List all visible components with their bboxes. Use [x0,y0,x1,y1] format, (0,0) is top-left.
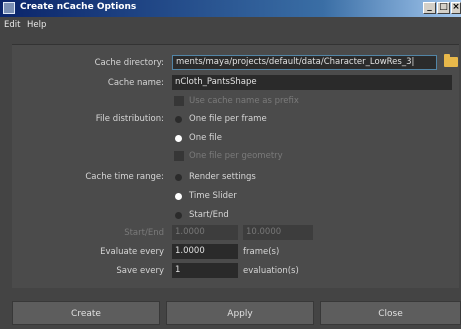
radio-one-file-per-frame[interactable] [175,116,182,123]
maya-app-icon [3,2,15,14]
one-file-per-frame-label: One file per frame [189,114,267,124]
one-file-per-geometry-checkbox[interactable] [174,151,184,161]
one-file-per-geometry-label: One file per geometry [189,151,283,161]
save-every-input[interactable]: 1 [172,263,238,278]
radio-time-slider[interactable] [175,193,182,200]
title-bar[interactable]: Create nCache Options _ □ × [0,0,461,17]
evaluate-every-label: Evaluate every [100,247,164,257]
minimize-icon[interactable]: _ [423,2,436,14]
radio-start-end[interactable] [175,212,182,219]
radio-one-file[interactable] [175,135,182,142]
close-button[interactable]: Close [320,301,461,325]
menu-bar: Edit Help [0,17,461,35]
start-frame-input[interactable]: 1.0000 [172,225,238,240]
render-settings-label: Render settings [189,172,256,182]
menu-edit[interactable]: Edit [4,20,20,30]
window-title: Create nCache Options [20,2,137,12]
cache-name-input[interactable]: nCloth_PantsShape [172,75,452,90]
cache-directory-input[interactable]: ments/maya/projects/default/data/Charact… [172,55,437,70]
start-end-label: Start/End [124,228,164,238]
time-slider-label: Time Slider [189,191,237,201]
use-prefix-checkbox[interactable] [174,96,184,106]
folder-icon[interactable] [444,54,458,67]
save-every-label: Save every [116,266,164,276]
one-file-label: One file [189,133,222,143]
save-every-unit: evaluation(s) [243,266,299,276]
use-prefix-label: Use cache name as prefix [189,96,299,106]
apply-button[interactable]: Apply [166,301,314,325]
close-icon[interactable]: × [451,2,461,14]
start-end-option-label: Start/End [189,210,229,220]
cache-time-range-label: Cache time range: [85,172,164,182]
radio-render-settings[interactable] [175,174,182,181]
evaluate-every-unit: frame(s) [243,247,280,257]
cache-name-label: Cache name: [107,78,164,88]
cache-directory-label: Cache directory: [94,58,164,68]
menu-help[interactable]: Help [27,20,46,30]
end-frame-input[interactable]: 10.0000 [243,225,313,240]
create-button[interactable]: Create [12,301,160,325]
evaluate-every-input[interactable]: 1.0000 [172,244,238,259]
maximize-icon[interactable]: □ [437,2,450,14]
file-distribution-label: File distribution: [95,114,164,124]
